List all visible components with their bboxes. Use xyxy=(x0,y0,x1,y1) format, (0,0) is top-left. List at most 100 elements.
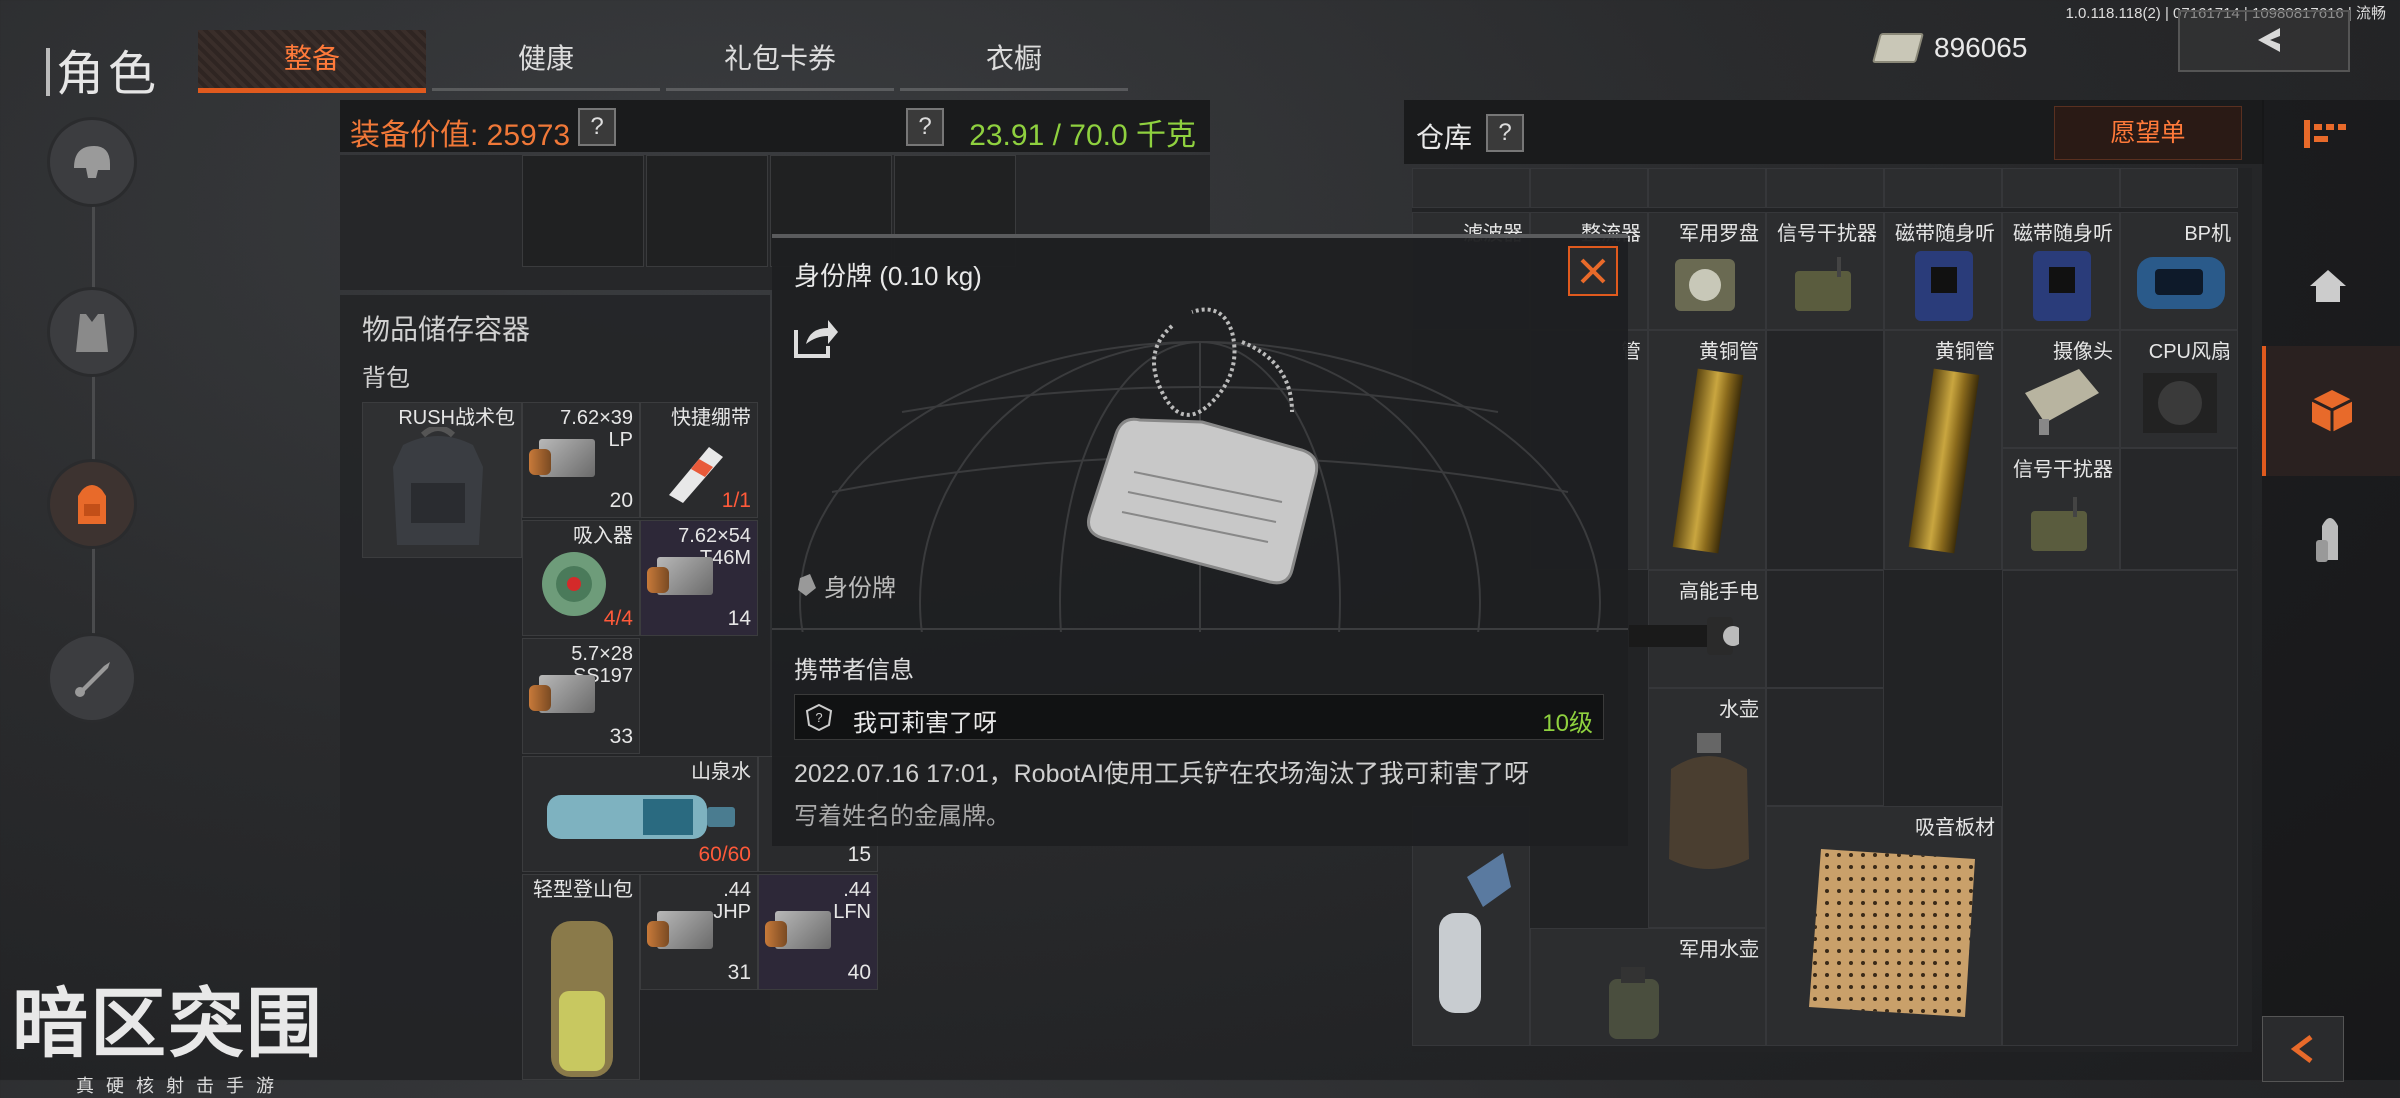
inventory-item[interactable]: 山泉水 60/60 xyxy=(522,756,758,872)
storage-title: 物品储存容器 xyxy=(362,314,531,345)
inventory-item[interactable]: 快捷绷带 1/1 xyxy=(640,402,758,518)
warehouse-item[interactable]: 水壶 xyxy=(1648,688,1766,928)
backpack-slot-button[interactable] xyxy=(50,462,134,546)
dogtag-image xyxy=(1087,307,1319,585)
inventory-item[interactable]: 5.7×28 SS197 33 xyxy=(522,638,640,754)
tab-equip[interactable]: 整备 xyxy=(198,30,426,93)
cash-icon xyxy=(1871,33,1925,63)
inventory-item[interactable]: 7.62×39 LP 20 xyxy=(522,402,640,518)
logo-subtitle: 真硬核射击手游 xyxy=(76,1076,286,1096)
game-logo: 暗区突围 真硬核射击手游 xyxy=(12,962,362,1096)
warehouse-header: 仓库 ? 愿望单 xyxy=(1404,100,2264,164)
wishlist-button[interactable]: 愿望单 xyxy=(2054,106,2242,160)
weight-help-button[interactable]: ? xyxy=(906,108,944,146)
equipment-value: 装备价值: 25973 xyxy=(350,119,571,152)
water-bottle-image xyxy=(547,795,735,839)
grid-menu-button[interactable] xyxy=(2262,100,2400,180)
warehouse-item[interactable] xyxy=(1766,570,1884,688)
item-name: 山泉水 xyxy=(691,761,751,783)
item-count: 60/60 xyxy=(698,843,751,866)
item-name: 吸入器 xyxy=(573,525,633,547)
warehouse-item[interactable]: 黄铜管 xyxy=(1648,330,1766,570)
ammo-box-image xyxy=(647,911,713,949)
owner-name: 我可莉害了呀 xyxy=(853,710,997,737)
inventory-item[interactable]: 吸入器 4/4 xyxy=(522,520,640,636)
svg-text:?: ? xyxy=(815,710,822,725)
owner-row: ? 我可莉害了呀 10级 xyxy=(794,694,1604,740)
vest-slot-button[interactable] xyxy=(50,290,134,374)
warehouse-item[interactable] xyxy=(1766,168,1884,208)
close-button[interactable] xyxy=(1568,246,1618,296)
helmet-slot-button[interactable] xyxy=(50,120,134,204)
warehouse-item[interactable]: 磁带随身听 xyxy=(2002,212,2120,330)
helmet-icon xyxy=(74,146,110,178)
backpack-slot[interactable]: RUSH战术包 xyxy=(362,402,522,558)
warehouse-item[interactable] xyxy=(2120,448,2238,570)
warehouse-item[interactable]: 信号干扰器 xyxy=(2002,448,2120,570)
item-count: 1/1 xyxy=(721,489,751,512)
tag-icon xyxy=(798,574,816,596)
jammer-image xyxy=(2031,497,2087,551)
item-preview xyxy=(772,302,1628,632)
warehouse-item[interactable] xyxy=(2002,570,2238,1046)
home-icon xyxy=(2310,270,2346,302)
warehouse-item[interactable] xyxy=(1766,330,1884,570)
home-button[interactable] xyxy=(2262,230,2400,350)
warehouse-item[interactable] xyxy=(2002,168,2120,208)
warehouse-item[interactable] xyxy=(1884,168,2002,208)
warehouse-item[interactable]: 信号干扰器 xyxy=(1766,212,1884,330)
ammo-button[interactable] xyxy=(2262,480,2400,600)
camera-image xyxy=(2025,369,2099,435)
cassette-player-image xyxy=(2033,251,2091,321)
inventory-item[interactable]: .44 LFN 40 xyxy=(758,874,878,990)
carry-weight: 23.91 / 70.0 千克 xyxy=(969,119,1196,152)
stash-button[interactable] xyxy=(2262,346,2400,476)
collapse-button[interactable] xyxy=(2262,1016,2344,1082)
tab-health[interactable]: 健康 xyxy=(432,30,660,91)
item-count: 31 xyxy=(727,961,751,984)
warehouse-item[interactable]: CPU风扇 xyxy=(2120,330,2238,448)
currency-display: 896065 xyxy=(1871,28,2028,68)
warehouse-item[interactable] xyxy=(2120,168,2238,208)
warehouse-item[interactable]: 军用罗盘 xyxy=(1648,212,1766,330)
divider xyxy=(772,628,1628,630)
warehouse-item[interactable]: 黄铜管 xyxy=(1884,330,2002,570)
vest-icon xyxy=(76,314,108,352)
warehouse-title: 仓库 xyxy=(1416,122,1473,153)
item-name: 轻型登山包 xyxy=(533,879,633,901)
owner-info-label: 携带者信息 xyxy=(794,657,914,684)
tab-wardrobe[interactable]: 衣橱 xyxy=(900,30,1128,91)
backpack-image xyxy=(393,427,483,545)
respirator-image xyxy=(1439,853,1511,1013)
item-detail-popup: 身份牌 (0.10 kg) 身份牌 携带者信息 ? 我可莉害了呀 10级 202… xyxy=(772,234,1628,846)
page-title: 角色 xyxy=(46,34,160,104)
kill-event-text: 2022.07.16 17:01，RobotAI使用工兵铲在农场淘汰了我可莉害了… xyxy=(794,760,1529,788)
inventory-item[interactable]: .44 JHP 31 xyxy=(640,874,758,990)
warehouse-item[interactable]: BP机 xyxy=(2120,212,2238,330)
warehouse-help-button[interactable]: ? xyxy=(1486,114,1524,152)
value-help-button[interactable]: ? xyxy=(578,108,616,146)
warehouse-item[interactable]: 磁带随身听 xyxy=(1884,212,2002,330)
item-count: 4/4 xyxy=(603,607,633,630)
equip-slot[interactable] xyxy=(646,155,768,267)
warehouse-item[interactable] xyxy=(1530,168,1648,208)
inventory-item[interactable]: 轻型登山包 xyxy=(522,874,640,1080)
warehouse-item[interactable] xyxy=(1648,168,1766,208)
warehouse-item[interactable]: 高能手电 xyxy=(1629,570,1766,688)
warehouse-item[interactable] xyxy=(1766,688,1884,806)
warehouse-item[interactable]: 军用水壶 xyxy=(1530,928,1766,1046)
jammer-image xyxy=(1795,257,1851,311)
item-count: 15 xyxy=(847,843,871,866)
warehouse-item[interactable]: 吸音板材 xyxy=(1766,806,2002,1046)
close-icon xyxy=(1580,258,1606,284)
tab-gift-cards[interactable]: 礼包卡券 xyxy=(666,30,894,91)
equip-slot[interactable] xyxy=(522,155,644,267)
cpu-fan-image xyxy=(2143,373,2217,433)
warehouse-item[interactable]: 摄像头 xyxy=(2002,330,2120,448)
inventory-item[interactable]: 7.62×54 T46M 14 xyxy=(640,520,758,636)
currency-amount: 896065 xyxy=(1934,32,2028,63)
warehouse-item[interactable] xyxy=(1412,168,1530,208)
equipment-header: 装备价值: 25973 ? ? 23.91 / 70.0 千克 xyxy=(340,100,1210,152)
back-button[interactable] xyxy=(2178,10,2350,72)
tools-slot-button[interactable] xyxy=(50,636,134,720)
